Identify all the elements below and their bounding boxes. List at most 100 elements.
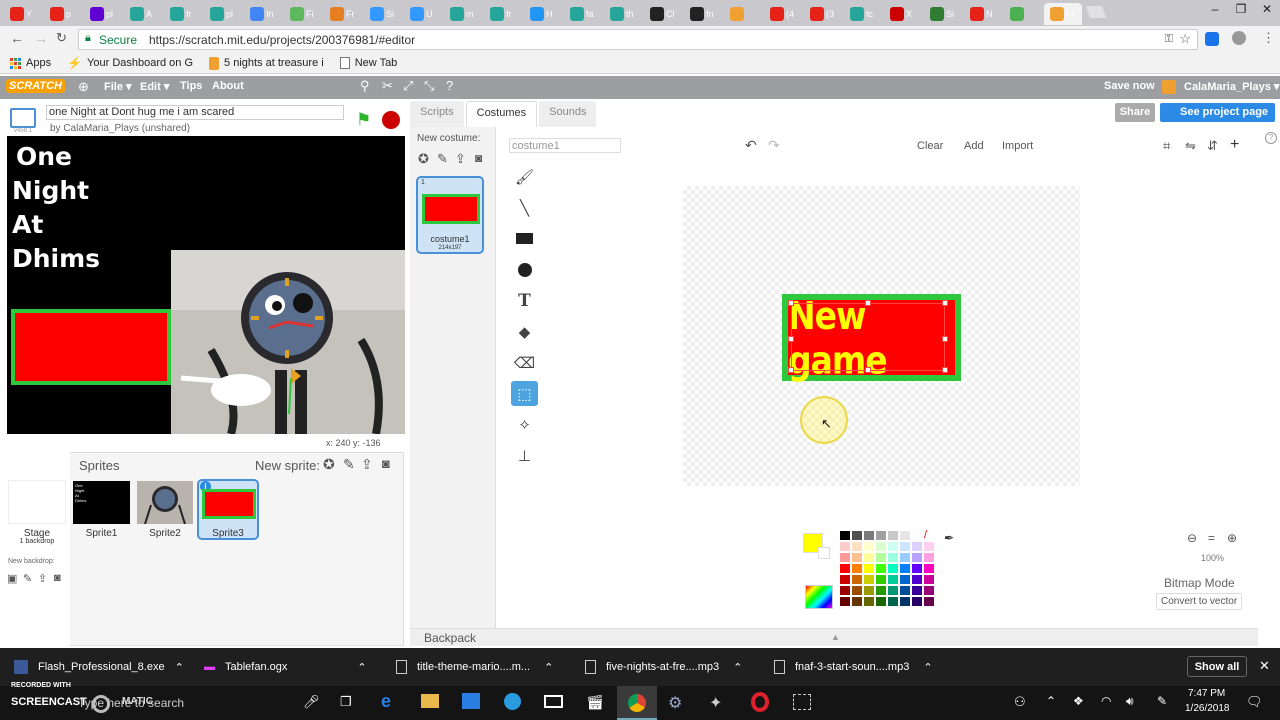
browser-tab[interactable]: m [444, 3, 482, 25]
palette-swatch[interactable] [912, 542, 922, 551]
palette-swatch[interactable] [852, 586, 862, 595]
menu-kebab-icon[interactable]: ⋮ [1262, 30, 1275, 46]
url-text[interactable]: https://scratch.mit.edu/projects/2003769… [149, 33, 415, 47]
paint-costume-icon[interactable]: ✎ [437, 151, 448, 167]
browser-tab[interactable]: Fr [1044, 3, 1082, 25]
duplicate-icon[interactable]: ⚲ [360, 78, 370, 94]
palette-swatch[interactable] [900, 564, 910, 573]
store-icon[interactable] [462, 693, 480, 709]
stamp-tool-icon[interactable]: ⊥ [511, 443, 538, 468]
zoom-in-icon[interactable]: ⊕ [1227, 531, 1237, 545]
palette-swatch[interactable] [852, 531, 862, 540]
task-view-icon[interactable]: ❐ [340, 694, 352, 710]
browser-tab[interactable]: N [964, 3, 1002, 25]
grow-icon[interactable]: ⤢ [403, 78, 413, 94]
paint-sprite-icon[interactable]: ✎ [343, 456, 355, 473]
selection-handle[interactable] [865, 300, 871, 306]
user-avatar[interactable] [1162, 80, 1176, 94]
clock-date[interactable]: 1/26/2018 [1185, 703, 1230, 714]
project-title-input[interactable]: one Night at Dont hug me i am scared [46, 105, 344, 120]
selection-handle[interactable] [788, 367, 794, 373]
tray-chevron-icon[interactable]: ⌃ [1046, 694, 1056, 708]
remove-background-tool-icon[interactable]: ✧ [511, 412, 538, 437]
selection-box[interactable] [791, 303, 945, 371]
palette-swatch[interactable] [864, 597, 874, 606]
bookmark-new-tab[interactable]: New Tab [339, 57, 397, 69]
palette-swatch[interactable] [840, 553, 850, 562]
volume-icon[interactable]: 🔊︎ [1126, 694, 1134, 709]
browser-tab[interactable] [1004, 3, 1042, 25]
palette-swatch[interactable] [840, 586, 850, 595]
palette-swatch[interactable] [900, 586, 910, 595]
upload-backdrop-icon[interactable]: ⇪ [38, 572, 47, 585]
eraser-tool-icon[interactable]: ⌫ [511, 350, 538, 375]
sprite2-thumbnail[interactable] [137, 481, 193, 525]
set-center-icon[interactable]: + [1230, 136, 1239, 154]
palette-swatch[interactable] [840, 597, 850, 606]
selection-handle[interactable] [865, 367, 871, 373]
browser-tab[interactable]: Y [4, 3, 42, 25]
browser-tab[interactable]: p [44, 3, 82, 25]
browser-tab[interactable]: pl [204, 3, 242, 25]
palette-swatch[interactable] [876, 542, 886, 551]
palette-swatch[interactable] [864, 586, 874, 595]
palette-swatch[interactable] [888, 553, 898, 562]
reload-icon[interactable]: ↻ [56, 30, 67, 46]
fill-bucket-tool-icon[interactable]: ◆ [511, 319, 538, 344]
green-flag-icon[interactable]: ⚑ [356, 110, 371, 130]
palette-swatch[interactable] [864, 575, 874, 584]
palette-swatch[interactable] [876, 575, 886, 584]
forward-arrow-icon[interactable]: → [34, 30, 48, 46]
wifi-icon[interactable]: ◠ [1101, 694, 1111, 708]
browser-tab[interactable]: th [604, 3, 642, 25]
palette-swatch[interactable] [924, 553, 934, 562]
browser-tab[interactable]: pl [84, 3, 122, 25]
zoom-reset-icon[interactable]: = [1208, 531, 1215, 545]
omnibox[interactable]: 🔒︎ Secure https://scratch.mit.edu/projec… [78, 29, 1198, 50]
download-item[interactable]: five-nights-at-fre....mp3 ⌃ [585, 648, 742, 686]
palette-swatch[interactable] [840, 542, 850, 551]
palette-swatch[interactable] [888, 586, 898, 595]
palette-swatch[interactable] [876, 531, 886, 540]
tab-costumes[interactable]: Costumes [465, 101, 538, 127]
save-now-button[interactable]: Save now [1104, 80, 1155, 92]
extension-icon[interactable] [1205, 32, 1219, 46]
sprite1-thumbnail[interactable]: One Night At Dhims [73, 481, 130, 524]
selection-handle[interactable] [942, 367, 948, 373]
stage[interactable]: One Night At Dhims [7, 136, 405, 434]
selection-handle[interactable] [788, 300, 794, 306]
stage-thumbnail[interactable] [8, 480, 66, 524]
file-explorer-icon[interactable] [421, 694, 439, 708]
palette-swatch[interactable] [876, 564, 886, 573]
palette-swatch[interactable] [924, 575, 934, 584]
microphone-icon[interactable]: 🎤︎ [303, 694, 320, 710]
delete-icon[interactable]: ✂ [382, 78, 393, 94]
selection-handle[interactable] [788, 336, 794, 342]
star-icon[interactable]: ☆ [1179, 31, 1191, 47]
palette-swatch[interactable] [888, 531, 898, 540]
menu-tips[interactable]: Tips [180, 80, 202, 92]
zoom-out-icon[interactable]: ⊖ [1187, 531, 1197, 545]
globe-icon[interactable]: ⊕ [78, 79, 89, 95]
text-tool-icon[interactable]: T [511, 288, 538, 313]
video-editor-icon[interactable]: 🎬︎ [586, 694, 604, 711]
chevron-up-icon[interactable]: ⌃ [923, 661, 932, 674]
flip-vertical-icon[interactable]: ⇵ [1207, 138, 1218, 154]
bookmark-apps[interactable]: Apps [10, 57, 51, 69]
browser-tab[interactable]: X [884, 3, 922, 25]
palette-swatch[interactable] [900, 542, 910, 551]
palette-swatch[interactable] [924, 542, 934, 551]
bookmark-dashboard[interactable]: ⚡ Your Dashboard on G [67, 56, 193, 70]
browser-tab[interactable]: U [404, 3, 442, 25]
full-screen-icon[interactable] [10, 108, 36, 128]
palette-swatch[interactable] [864, 553, 874, 562]
browser-tab[interactable]: Si [924, 3, 962, 25]
browser-tab[interactable]: In [244, 3, 282, 25]
browser-tab[interactable]: tc [844, 3, 882, 25]
palette-swatch[interactable] [852, 575, 862, 584]
back-arrow-icon[interactable]: ← [10, 30, 24, 46]
edge-icon[interactable]: e [381, 691, 391, 712]
steam-icon[interactable]: ⚙ [668, 693, 682, 713]
palette-swatch[interactable] [852, 564, 862, 573]
clear-button[interactable]: Clear [917, 140, 943, 152]
